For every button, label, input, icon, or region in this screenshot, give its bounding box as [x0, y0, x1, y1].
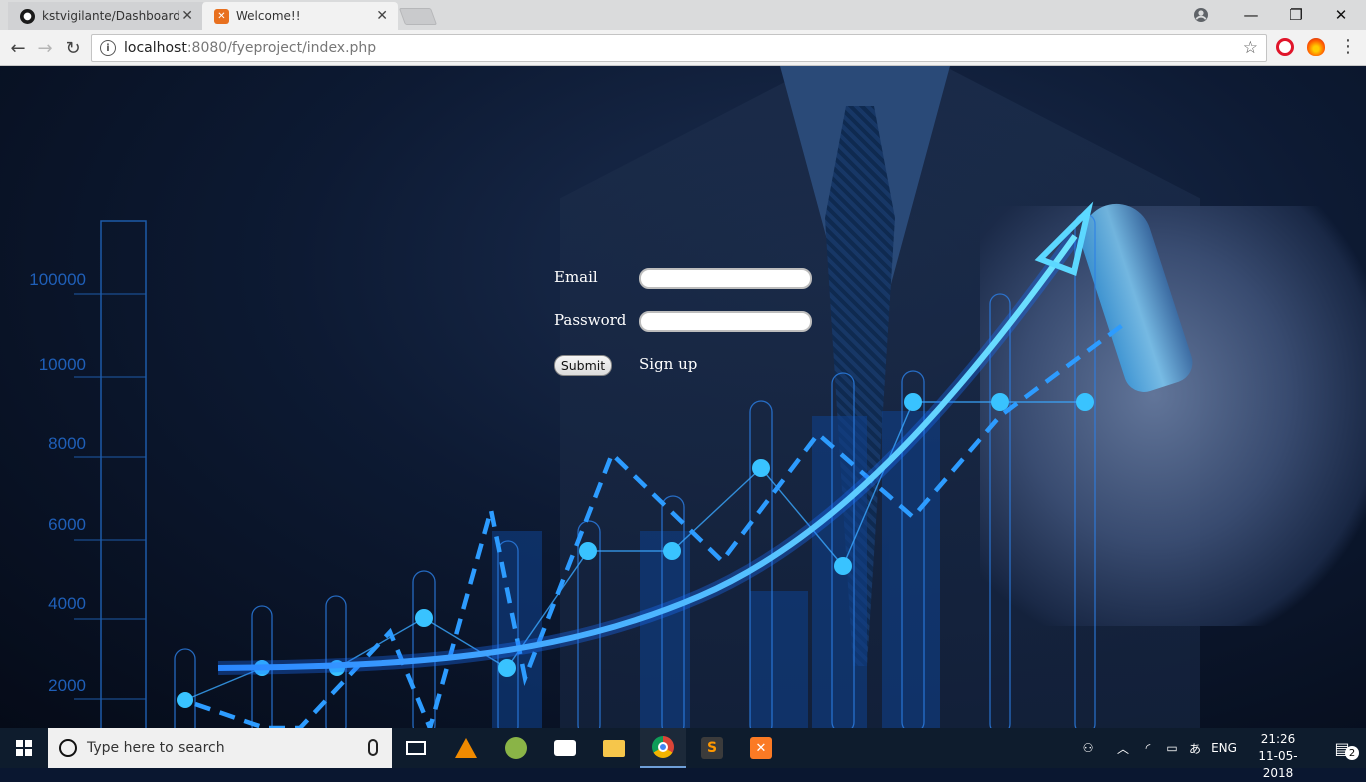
vlc-taskbar-button[interactable]: [443, 728, 489, 768]
tab-title: kstvigilante/Dashboard: [42, 9, 180, 23]
windows-taskbar: Type here to search S ✕ ⚇ ︿ ◜ ▭ あ ENG 21…: [0, 728, 1366, 780]
github-icon: ●: [20, 9, 35, 24]
fire-extension-icon[interactable]: [1307, 38, 1325, 56]
language-indicator[interactable]: ENG: [1207, 728, 1241, 768]
new-tab-button[interactable]: [398, 8, 438, 25]
windows-logo-icon: [16, 740, 32, 756]
background-thin-series: [184, 401, 1085, 701]
minimize-button[interactable]: —: [1228, 0, 1274, 30]
clock-date: 11-05-2018: [1258, 749, 1298, 780]
login-form: Email Password Submit Sign up: [553, 263, 833, 376]
chrome-icon: [652, 736, 674, 758]
y-tick-label: 10000: [39, 355, 86, 374]
email-label: Email: [554, 268, 598, 286]
background-bars: [492, 411, 940, 728]
file-explorer-taskbar-button[interactable]: [591, 728, 637, 768]
url-host: localhost: [124, 40, 187, 56]
password-input[interactable]: [639, 311, 812, 332]
bookmark-star-icon[interactable]: ☆: [1243, 38, 1258, 58]
close-window-button[interactable]: ✕: [1318, 0, 1364, 30]
profile-icon[interactable]: [1178, 0, 1224, 30]
android-studio-icon: [505, 737, 527, 759]
back-arrow-icon[interactable]: ←: [6, 36, 30, 60]
y-tick-label: 6000: [48, 515, 86, 534]
task-view-button[interactable]: [393, 728, 439, 768]
chrome-taskbar-button[interactable]: [640, 728, 686, 768]
sublime-text-icon: S: [701, 737, 723, 759]
sublime-taskbar-button[interactable]: S: [689, 728, 735, 768]
y-tick-label: 4000: [48, 594, 86, 613]
info-icon[interactable]: i: [100, 40, 116, 56]
tab-welcome[interactable]: ✕ Welcome!! ✕: [202, 2, 398, 30]
people-icon[interactable]: ⚇: [1075, 728, 1101, 768]
email-input[interactable]: [639, 268, 812, 289]
xampp-icon: ✕: [750, 737, 772, 759]
tab-dashboard[interactable]: ● kstvigilante/Dashboard ✕: [8, 2, 203, 30]
opera-extension-icon[interactable]: [1276, 38, 1294, 56]
start-button[interactable]: [0, 728, 48, 768]
email-row: Email: [553, 263, 833, 306]
wifi-icon[interactable]: ◜: [1137, 728, 1159, 768]
y-tick-label: 2000: [48, 676, 86, 695]
submit-button[interactable]: Submit: [554, 355, 612, 376]
show-hidden-icons-chevron-icon[interactable]: ︿: [1112, 728, 1134, 768]
sign-up-link[interactable]: Sign up: [639, 355, 697, 373]
y-tick-label: 100000: [29, 270, 86, 289]
chrome-menu-icon[interactable]: ⋮: [1338, 36, 1358, 58]
browser-toolbar: ← → ↻ i localhost:8080/fyeproject/index.…: [0, 30, 1366, 66]
camera-taskbar-button[interactable]: [542, 728, 588, 768]
clock-time: 21:26: [1260, 732, 1296, 746]
android-studio-taskbar-button[interactable]: [493, 728, 539, 768]
close-tab-icon[interactable]: ✕: [179, 8, 195, 24]
address-bar[interactable]: i localhost:8080/fyeproject/index.php ☆: [91, 34, 1267, 62]
input-method-icon[interactable]: あ: [1185, 728, 1205, 768]
action-center-button[interactable]: ▤ 2: [1318, 728, 1366, 768]
battery-icon[interactable]: ▭: [1161, 728, 1183, 768]
folder-icon: [603, 739, 625, 757]
taskbar-clock[interactable]: 21:26 11-05-2018: [1244, 731, 1312, 782]
reload-icon[interactable]: ↻: [61, 36, 85, 60]
tab-strip: ● kstvigilante/Dashboard ✕ ✕ Welcome!! ✕…: [0, 0, 1366, 30]
password-label: Password: [554, 311, 627, 329]
background-growth-chart: 100000 10000 8000 6000 4000 2000: [29, 201, 1130, 728]
password-row: Password: [553, 306, 833, 349]
notification-count-badge: 2: [1345, 746, 1359, 760]
xampp-taskbar-button[interactable]: ✕: [738, 728, 784, 768]
camera-icon: [554, 740, 576, 756]
url-path: :8080/fyeproject/index.php: [186, 40, 377, 56]
search-placeholder: Type here to search: [87, 740, 225, 756]
microphone-icon[interactable]: [368, 739, 378, 756]
y-tick-label: 8000: [48, 434, 86, 453]
forward-arrow-icon[interactable]: →: [33, 36, 57, 60]
tab-title: Welcome!!: [236, 9, 301, 23]
xampp-icon: ✕: [214, 9, 229, 24]
close-tab-icon[interactable]: ✕: [374, 8, 390, 24]
task-view-icon: [406, 741, 426, 755]
taskbar-search-box[interactable]: Type here to search: [48, 728, 392, 768]
vlc-icon: [455, 738, 477, 758]
cortana-icon: [59, 739, 77, 757]
page-background: 100000 10000 8000 6000 4000 2000 Email P…: [0, 66, 1366, 728]
restore-button[interactable]: ❐: [1273, 0, 1319, 30]
axis-column: [100, 220, 147, 728]
